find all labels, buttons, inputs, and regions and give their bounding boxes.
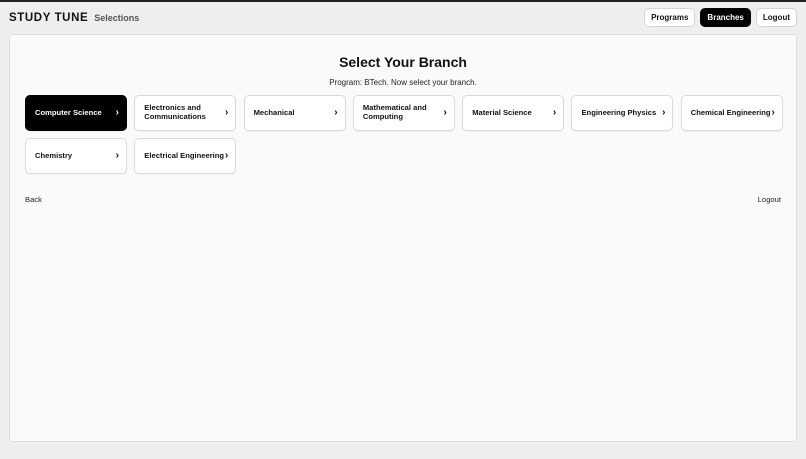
branch-card-mechanical[interactable]: Mechanical ›: [243, 95, 346, 131]
branch-card-electrical-engineering[interactable]: Electrical Engineering ›: [134, 138, 237, 174]
app-header: STUDY TUNE Selections Programs Branches …: [0, 2, 806, 33]
back-link[interactable]: Back: [25, 195, 42, 204]
top-nav: Programs Branches Logout: [644, 8, 797, 27]
branch-label: Electronics and Communications: [144, 103, 206, 121]
branch-label: Mechanical: [253, 107, 295, 117]
brand-name: STUDY TUNE: [9, 11, 89, 24]
branch-card-mathematical-computing[interactable]: Mathematical and Computing ›: [352, 95, 455, 131]
branch-card-material-science[interactable]: Material Science ›: [462, 95, 565, 131]
branch-label: Material Science: [472, 107, 532, 117]
branch-label: Chemical Engineering: [690, 107, 771, 117]
branch-label: Electrical Engineering: [144, 150, 225, 160]
branch-label: Mathematical and Computing: [362, 103, 427, 121]
chevron-right-icon: ›: [224, 150, 229, 161]
brand: STUDY TUNE Selections: [9, 12, 139, 24]
chevron-right-icon: ›: [115, 150, 119, 161]
section-label: Selections: [94, 12, 140, 23]
chevron-right-icon: ›: [115, 107, 119, 118]
branch-label: Chemistry: [35, 150, 73, 160]
branch-label: Engineering Physics: [581, 107, 657, 117]
branch-card-chemistry[interactable]: Chemistry ›: [25, 138, 127, 174]
chevron-right-icon: ›: [662, 107, 666, 118]
page-title: Select Your Branch: [339, 54, 467, 70]
branch-label: Computer Science: [35, 107, 102, 117]
branch-card-engineering-physics[interactable]: Engineering Physics ›: [571, 95, 674, 131]
branch-card-electronics[interactable]: Electronics and Communications ›: [134, 95, 237, 131]
logout-button[interactable]: Logout: [755, 8, 797, 27]
branch-grid: Computer Science › Electronics and Commu…: [25, 95, 783, 174]
branch-card-chemical-engineering[interactable]: Chemical Engineering ›: [680, 95, 783, 131]
programs-button[interactable]: Programs: [644, 8, 696, 27]
chevron-right-icon: ›: [771, 107, 775, 118]
main-panel: Select Your Branch Program: BTech. Now s…: [9, 34, 797, 442]
branches-button[interactable]: Branches: [700, 8, 751, 27]
chevron-right-icon: ›: [334, 107, 338, 118]
branch-card-computer-science[interactable]: Computer Science ›: [25, 95, 127, 131]
chevron-right-icon: ›: [443, 107, 447, 118]
chevron-right-icon: ›: [224, 107, 229, 118]
page-subtitle: Program: BTech. Now select your branch.: [329, 78, 477, 87]
logout-link[interactable]: Logout: [758, 195, 781, 204]
chevron-right-icon: ›: [552, 107, 557, 118]
